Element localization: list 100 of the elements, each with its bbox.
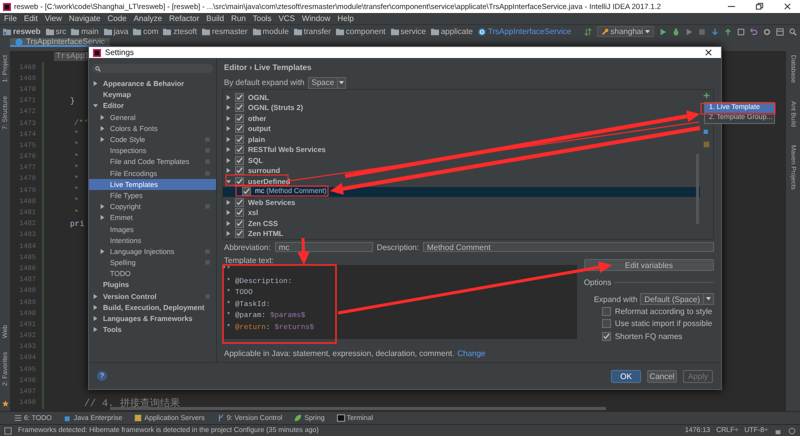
- expand-with-dropdown[interactable]: Default (Space): [640, 293, 714, 305]
- change-link[interactable]: Change: [457, 348, 486, 358]
- close-icon[interactable]: [704, 48, 713, 57]
- add-icon[interactable]: [703, 92, 710, 99]
- field-label: Template text:: [224, 256, 275, 265]
- expand-arrow-icon[interactable]: [226, 200, 231, 205]
- expand-arrow-icon[interactable]: [100, 126, 105, 131]
- run-icon[interactable]: [659, 28, 667, 36]
- expand-arrow-icon[interactable]: [226, 126, 231, 132]
- edit-variables-button[interactable]: Edit variables: [584, 259, 714, 271]
- breadcrumb-item[interactable]: component: [346, 27, 386, 36]
- checkbox[interactable]: [602, 319, 611, 328]
- dialog-button[interactable]: Cancel: [647, 370, 677, 382]
- expand-arrow-icon[interactable]: [226, 178, 231, 184]
- expand-arrow-icon[interactable]: [226, 136, 231, 142]
- expand-arrow-icon[interactable]: [93, 294, 98, 299]
- editor-tab[interactable]: TrsAppInterfaceServic: [10, 38, 110, 47]
- menu-item[interactable]: File: [4, 14, 17, 23]
- folder-icon: [390, 28, 399, 36]
- checkbox[interactable]: [602, 306, 611, 316]
- breadcrumb-item[interactable]: TrsAppInterfaceService: [488, 27, 572, 36]
- breadcrumb-item[interactable]: main: [81, 27, 99, 36]
- expand-arrow-icon[interactable]: [226, 147, 231, 152]
- breadcrumb-item[interactable]: transfer: [304, 27, 331, 36]
- expand-arrow-icon[interactable]: [93, 103, 98, 108]
- expand-arrow-icon[interactable]: [226, 94, 231, 100]
- menu-item[interactable]: Window: [302, 14, 330, 23]
- annotation-arrow: [298, 238, 310, 265]
- description-field[interactable]: Method Comment: [422, 242, 714, 252]
- expand-arrow-icon[interactable]: [100, 215, 105, 220]
- app-icon: [93, 48, 101, 56]
- expand-arrow-icon[interactable]: [226, 231, 231, 236]
- expand-arrow-icon[interactable]: [226, 210, 231, 216]
- undo-icon[interactable]: [750, 28, 758, 36]
- dialog-button[interactable]: OK: [611, 370, 641, 382]
- field-label: Expand with: [594, 294, 638, 304]
- menu-item[interactable]: Build: [206, 14, 224, 23]
- breadcrumb-item[interactable]: resweb: [13, 27, 41, 36]
- expand-arrow-icon[interactable]: [93, 304, 98, 310]
- expand-arrow-icon[interactable]: [100, 114, 105, 120]
- menu-item[interactable]: Refactor: [169, 14, 200, 23]
- menu-item[interactable]: Analyze: [134, 14, 162, 23]
- menu-item[interactable]: Edit: [24, 14, 38, 23]
- expand-arrow-icon[interactable]: [226, 105, 231, 110]
- vcs-update-icon[interactable]: [711, 28, 719, 36]
- menu-item[interactable]: Run: [231, 14, 246, 23]
- expand-arrow-icon[interactable]: [93, 327, 98, 332]
- run-configuration-dropdown[interactable]: shanghai: [596, 26, 654, 37]
- checkbox[interactable]: [235, 145, 244, 154]
- expand-arrow-icon[interactable]: [100, 248, 105, 254]
- menu-item[interactable]: View: [44, 14, 62, 23]
- expand-arrow-icon[interactable]: [226, 168, 231, 174]
- checkbox[interactable]: [235, 176, 244, 186]
- checkbox[interactable]: [235, 156, 244, 165]
- menu-item[interactable]: Help: [337, 14, 354, 23]
- menu-item[interactable]: Tools: [252, 14, 272, 23]
- menu-item[interactable]: VCS: [278, 14, 295, 23]
- checkbox[interactable]: [235, 134, 244, 144]
- checkbox[interactable]: [235, 166, 244, 176]
- checkbox[interactable]: [235, 198, 244, 207]
- expand-arrow-icon[interactable]: [93, 316, 98, 322]
- checkbox[interactable]: [242, 187, 251, 196]
- folder-icon: [71, 28, 80, 36]
- checkbox[interactable]: [235, 229, 244, 238]
- search-icon[interactable]: [789, 28, 797, 36]
- expand-arrow-icon[interactable]: [226, 158, 231, 163]
- debug-icon[interactable]: [672, 28, 680, 36]
- breadcrumb-item[interactable]: java: [114, 27, 128, 36]
- expand-key-dropdown[interactable]: Space: [308, 76, 346, 88]
- checkbox[interactable]: [235, 92, 244, 102]
- menu-item[interactable]: Code: [107, 14, 127, 23]
- checkbox[interactable]: [235, 103, 244, 112]
- code-line: *: [74, 141, 79, 150]
- expand-arrow-icon[interactable]: [93, 81, 98, 86]
- breadcrumb-item[interactable]: ztesoft: [173, 27, 197, 36]
- expand-arrow-icon[interactable]: [226, 220, 231, 226]
- breadcrumb-item[interactable]: src: [56, 27, 66, 36]
- checkbox[interactable]: [602, 332, 611, 341]
- sort-icon[interactable]: [584, 28, 592, 36]
- breadcrumb-item[interactable]: applicate: [440, 27, 473, 36]
- menu-item[interactable]: Navigate: [68, 14, 100, 23]
- close-icon[interactable]: [783, 2, 792, 11]
- breadcrumb-item[interactable]: service: [400, 27, 426, 36]
- checkbox[interactable]: [235, 218, 244, 228]
- expand-arrow-icon[interactable]: [226, 116, 231, 121]
- applicable-contexts-text: Applicable in Java: statement, expression, declaration, comment.: [224, 348, 454, 358]
- abbreviation-field[interactable]: mc: [274, 242, 373, 252]
- expand-arrow-icon[interactable]: [100, 204, 105, 210]
- checkbox[interactable]: [235, 114, 244, 123]
- folder-icon: [46, 28, 54, 36]
- section-title: Options: [584, 278, 612, 287]
- vcs-commit-icon[interactable]: [724, 28, 732, 36]
- expand-arrow-icon[interactable]: [100, 137, 105, 142]
- breadcrumb-item[interactable]: com: [143, 27, 158, 36]
- breadcrumb-item[interactable]: module: [262, 27, 289, 36]
- breadcrumb-item[interactable]: resmaster: [212, 27, 248, 36]
- checkbox[interactable]: [235, 208, 244, 218]
- search-field[interactable]: [92, 64, 213, 73]
- checkbox[interactable]: [235, 124, 244, 134]
- code-line: /**: [74, 119, 88, 128]
